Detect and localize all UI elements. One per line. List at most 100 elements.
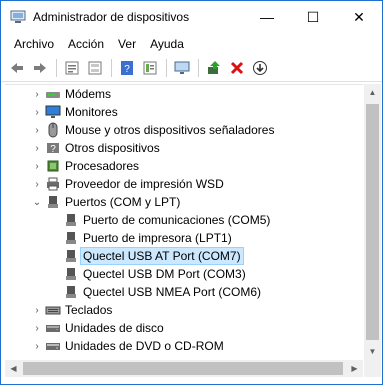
tree-item-otros[interactable]: › ? Otros dispositivos [5, 139, 363, 157]
tree-item-com6[interactable]: Quectel USB NMEA Port (COM6) [5, 283, 363, 301]
keyboard-icon [45, 302, 61, 318]
port-icon [63, 248, 79, 264]
tree-item-label: Puerto de impresora (LPT1) [83, 231, 232, 245]
port-icon [63, 284, 79, 300]
menu-archivo[interactable]: Archivo [7, 37, 61, 51]
scan-button[interactable] [249, 57, 271, 79]
vertical-scroll-thumb[interactable] [366, 104, 379, 340]
port-icon [63, 212, 79, 228]
tree-item-label: Monitores [65, 105, 118, 119]
update-driver-icon [208, 61, 220, 74]
collapse-chevron-icon[interactable]: ⌄ [29, 193, 45, 211]
tree-item-puertos[interactable]: ⌄ Puertos (COM y LPT) [5, 193, 363, 211]
forward-icon [34, 63, 46, 73]
menu-ayuda[interactable]: Ayuda [143, 37, 191, 51]
show-hidden-button[interactable] [84, 57, 106, 79]
help-icon: ? [121, 61, 133, 75]
toolbar: ? [1, 55, 382, 82]
tree-item-label: Quectel USB AT Port (COM7) [80, 247, 244, 265]
back-button[interactable] [6, 57, 28, 79]
tree-item-label: Proveedor de impresión WSD [65, 177, 224, 191]
svg-text:?: ? [124, 64, 130, 75]
tree-item-label: Teclados [65, 303, 113, 317]
close-button[interactable]: ✕ [336, 1, 382, 33]
expand-chevron-icon[interactable]: › [29, 301, 45, 319]
tree-item-com7[interactable]: Quectel USB AT Port (COM7) [5, 247, 363, 265]
scan-monitor-button[interactable] [171, 57, 193, 79]
help-button[interactable]: ? [116, 57, 138, 79]
tree-item-procesadores[interactable]: › Procesadores [5, 157, 363, 175]
tree-item-label: Procesadores [65, 159, 140, 173]
scrollbar-corner [364, 360, 381, 377]
minimize-button[interactable]: — [244, 1, 290, 33]
show-hidden-icon [88, 61, 102, 75]
scroll-up-icon[interactable]: ▲ [364, 84, 381, 101]
tree-item-com5[interactable]: Puerto de comunicaciones (COM5) [5, 211, 363, 229]
title-bar: Administrador de dispositivos — ☐ ✕ [1, 1, 382, 33]
tree-item-label: Puerto de comunicaciones (COM5) [83, 213, 271, 227]
tree-item-label: Otros dispositivos [65, 141, 160, 155]
tree-item-label: Módems [65, 87, 112, 101]
scroll-right-icon[interactable]: ▶ [346, 360, 363, 377]
other-device-icon: ? [45, 140, 61, 156]
expand-chevron-icon[interactable]: › [29, 103, 45, 121]
scroll-left-icon[interactable]: ◀ [5, 360, 22, 377]
device-manager-window: Administrador de dispositivos — ☐ ✕ Arch… [0, 0, 383, 385]
expand-chevron-icon[interactable]: › [29, 175, 45, 193]
menu-accion[interactable]: Acción [61, 37, 111, 51]
menu-bar: Archivo Acción Ver Ayuda [1, 33, 382, 55]
view-button[interactable] [139, 57, 161, 79]
tree-item-label: Unidades de disco [65, 321, 164, 335]
scroll-down-icon[interactable]: ▼ [364, 343, 381, 360]
expand-chevron-icon[interactable]: › [29, 139, 45, 157]
mouse-icon [45, 122, 61, 138]
toolbar-separator [198, 59, 199, 77]
device-tree[interactable]: › Módems › Monitores › Mouse y otros dis… [5, 84, 363, 361]
back-icon [11, 63, 23, 73]
horizontal-scrollbar[interactable]: ◀ ▶ [5, 360, 363, 377]
update-driver-button[interactable] [203, 57, 225, 79]
tree-item-label: Quectel USB NMEA Port (COM6) [83, 285, 262, 299]
tree-item-proveedor-wsd[interactable]: › Proveedor de impresión WSD [5, 175, 363, 193]
window-title: Administrador de dispositivos [33, 10, 190, 24]
uninstall-button[interactable] [226, 57, 248, 79]
toolbar-separator [166, 59, 167, 77]
port-icon [63, 230, 79, 246]
dvd-icon [45, 338, 61, 354]
tree-item-com3[interactable]: Quectel USB DM Port (COM3) [5, 265, 363, 283]
properties-button[interactable] [61, 57, 83, 79]
tree-item-dvd[interactable]: › Unidades de DVD o CD-ROM [5, 337, 363, 355]
tree-item-modems[interactable]: › Módems [5, 85, 363, 103]
disk-icon [45, 320, 61, 336]
monitor-icon [174, 61, 190, 74]
toolbar-separator [111, 59, 112, 77]
expand-chevron-icon[interactable]: › [29, 85, 45, 103]
tree-item-mouse[interactable]: › Mouse y otros dispositivos señaladores [5, 121, 363, 139]
vertical-scrollbar[interactable]: ▲ ▼ [364, 84, 381, 360]
tree-item-label: Puertos (COM y LPT) [65, 195, 181, 209]
printer-icon [45, 176, 61, 192]
expand-chevron-icon[interactable]: › [29, 121, 45, 139]
expand-chevron-icon[interactable]: › [29, 337, 45, 355]
maximize-button[interactable]: ☐ [290, 1, 336, 33]
tree-item-discos[interactable]: › Unidades de disco [5, 319, 363, 337]
expand-chevron-icon[interactable]: › [29, 157, 45, 175]
port-icon [45, 194, 61, 210]
menu-ver[interactable]: Ver [111, 37, 143, 51]
tree-item-label: Mouse y otros dispositivos señaladores [65, 123, 275, 137]
toolbar-separator [56, 59, 57, 77]
expand-chevron-icon[interactable]: › [29, 319, 45, 337]
port-icon [63, 266, 79, 282]
tree-item-lpt1[interactable]: Puerto de impresora (LPT1) [5, 229, 363, 247]
svg-text:?: ? [50, 144, 56, 155]
device-manager-app-icon [10, 10, 26, 23]
tree-item-monitores[interactable]: › Monitores [5, 103, 363, 121]
tree-item-label: Unidades de DVD o CD-ROM [65, 339, 224, 353]
uninstall-icon [230, 61, 244, 75]
forward-button[interactable] [29, 57, 51, 79]
processor-icon [45, 158, 61, 174]
properties-icon [65, 61, 79, 75]
tree-item-label: Quectel USB DM Port (COM3) [83, 267, 246, 281]
tree-item-teclados[interactable]: › Teclados [5, 301, 363, 319]
horizontal-scroll-thumb[interactable] [23, 362, 343, 375]
